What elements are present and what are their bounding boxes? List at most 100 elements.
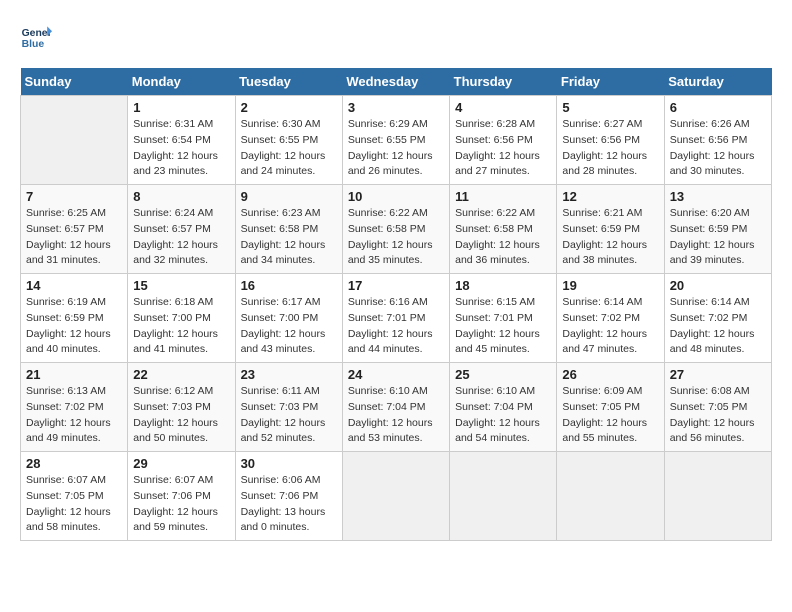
calendar-cell: 3 Sunrise: 6:29 AM Sunset: 6:55 PM Dayli… — [342, 96, 449, 185]
day-info: Sunrise: 6:07 AM Sunset: 7:05 PM Dayligh… — [26, 473, 122, 536]
calendar-cell: 8 Sunrise: 6:24 AM Sunset: 6:57 PM Dayli… — [128, 185, 235, 274]
calendar-cell: 2 Sunrise: 6:30 AM Sunset: 6:55 PM Dayli… — [235, 96, 342, 185]
day-info: Sunrise: 6:14 AM Sunset: 7:02 PM Dayligh… — [670, 295, 766, 358]
day-info: Sunrise: 6:29 AM Sunset: 6:55 PM Dayligh… — [348, 117, 444, 180]
calendar-cell: 15 Sunrise: 6:18 AM Sunset: 7:00 PM Dayl… — [128, 274, 235, 363]
day-info: Sunrise: 6:18 AM Sunset: 7:00 PM Dayligh… — [133, 295, 229, 358]
day-number: 17 — [348, 278, 444, 293]
day-number: 4 — [455, 100, 551, 115]
day-info: Sunrise: 6:20 AM Sunset: 6:59 PM Dayligh… — [670, 206, 766, 269]
calendar-cell: 4 Sunrise: 6:28 AM Sunset: 6:56 PM Dayli… — [450, 96, 557, 185]
calendar-table: SundayMondayTuesdayWednesdayThursdayFrid… — [20, 68, 772, 541]
day-info: Sunrise: 6:10 AM Sunset: 7:04 PM Dayligh… — [455, 384, 551, 447]
day-info: Sunrise: 6:27 AM Sunset: 6:56 PM Dayligh… — [562, 117, 658, 180]
day-number: 10 — [348, 189, 444, 204]
calendar-cell: 17 Sunrise: 6:16 AM Sunset: 7:01 PM Dayl… — [342, 274, 449, 363]
day-number: 5 — [562, 100, 658, 115]
day-number: 9 — [241, 189, 337, 204]
calendar-cell — [342, 452, 449, 541]
day-number: 23 — [241, 367, 337, 382]
day-info: Sunrise: 6:28 AM Sunset: 6:56 PM Dayligh… — [455, 117, 551, 180]
day-number: 24 — [348, 367, 444, 382]
calendar-cell — [21, 96, 128, 185]
day-number: 26 — [562, 367, 658, 382]
day-info: Sunrise: 6:07 AM Sunset: 7:06 PM Dayligh… — [133, 473, 229, 536]
day-info: Sunrise: 6:11 AM Sunset: 7:03 PM Dayligh… — [241, 384, 337, 447]
weekday-header-row: SundayMondayTuesdayWednesdayThursdayFrid… — [21, 68, 772, 96]
calendar-cell: 27 Sunrise: 6:08 AM Sunset: 7:05 PM Dayl… — [664, 363, 771, 452]
calendar-cell — [557, 452, 664, 541]
day-number: 19 — [562, 278, 658, 293]
calendar-cell: 13 Sunrise: 6:20 AM Sunset: 6:59 PM Dayl… — [664, 185, 771, 274]
calendar-cell: 14 Sunrise: 6:19 AM Sunset: 6:59 PM Dayl… — [21, 274, 128, 363]
calendar-week-1: 1 Sunrise: 6:31 AM Sunset: 6:54 PM Dayli… — [21, 96, 772, 185]
day-number: 25 — [455, 367, 551, 382]
calendar-cell: 19 Sunrise: 6:14 AM Sunset: 7:02 PM Dayl… — [557, 274, 664, 363]
calendar-cell: 26 Sunrise: 6:09 AM Sunset: 7:05 PM Dayl… — [557, 363, 664, 452]
weekday-header-thursday: Thursday — [450, 68, 557, 96]
calendar-week-5: 28 Sunrise: 6:07 AM Sunset: 7:05 PM Dayl… — [21, 452, 772, 541]
day-info: Sunrise: 6:17 AM Sunset: 7:00 PM Dayligh… — [241, 295, 337, 358]
weekday-header-friday: Friday — [557, 68, 664, 96]
calendar-cell: 12 Sunrise: 6:21 AM Sunset: 6:59 PM Dayl… — [557, 185, 664, 274]
day-number: 13 — [670, 189, 766, 204]
day-info: Sunrise: 6:30 AM Sunset: 6:55 PM Dayligh… — [241, 117, 337, 180]
calendar-week-4: 21 Sunrise: 6:13 AM Sunset: 7:02 PM Dayl… — [21, 363, 772, 452]
calendar-cell: 9 Sunrise: 6:23 AM Sunset: 6:58 PM Dayli… — [235, 185, 342, 274]
day-info: Sunrise: 6:08 AM Sunset: 7:05 PM Dayligh… — [670, 384, 766, 447]
logo: General Blue — [20, 20, 56, 52]
calendar-cell: 24 Sunrise: 6:10 AM Sunset: 7:04 PM Dayl… — [342, 363, 449, 452]
day-info: Sunrise: 6:06 AM Sunset: 7:06 PM Dayligh… — [241, 473, 337, 536]
calendar-cell: 6 Sunrise: 6:26 AM Sunset: 6:56 PM Dayli… — [664, 96, 771, 185]
day-number: 2 — [241, 100, 337, 115]
day-info: Sunrise: 6:31 AM Sunset: 6:54 PM Dayligh… — [133, 117, 229, 180]
calendar-cell: 30 Sunrise: 6:06 AM Sunset: 7:06 PM Dayl… — [235, 452, 342, 541]
day-number: 6 — [670, 100, 766, 115]
day-number: 16 — [241, 278, 337, 293]
day-info: Sunrise: 6:16 AM Sunset: 7:01 PM Dayligh… — [348, 295, 444, 358]
calendar-cell: 10 Sunrise: 6:22 AM Sunset: 6:58 PM Dayl… — [342, 185, 449, 274]
weekday-header-wednesday: Wednesday — [342, 68, 449, 96]
day-info: Sunrise: 6:15 AM Sunset: 7:01 PM Dayligh… — [455, 295, 551, 358]
calendar-cell: 16 Sunrise: 6:17 AM Sunset: 7:00 PM Dayl… — [235, 274, 342, 363]
day-info: Sunrise: 6:19 AM Sunset: 6:59 PM Dayligh… — [26, 295, 122, 358]
calendar-cell: 25 Sunrise: 6:10 AM Sunset: 7:04 PM Dayl… — [450, 363, 557, 452]
logo-icon: General Blue — [20, 20, 52, 52]
day-info: Sunrise: 6:22 AM Sunset: 6:58 PM Dayligh… — [348, 206, 444, 269]
day-number: 21 — [26, 367, 122, 382]
weekday-header-monday: Monday — [128, 68, 235, 96]
calendar-cell — [664, 452, 771, 541]
day-info: Sunrise: 6:14 AM Sunset: 7:02 PM Dayligh… — [562, 295, 658, 358]
calendar-cell: 20 Sunrise: 6:14 AM Sunset: 7:02 PM Dayl… — [664, 274, 771, 363]
day-number: 7 — [26, 189, 122, 204]
calendar-cell: 21 Sunrise: 6:13 AM Sunset: 7:02 PM Dayl… — [21, 363, 128, 452]
day-number: 29 — [133, 456, 229, 471]
day-info: Sunrise: 6:23 AM Sunset: 6:58 PM Dayligh… — [241, 206, 337, 269]
day-number: 8 — [133, 189, 229, 204]
calendar-cell: 1 Sunrise: 6:31 AM Sunset: 6:54 PM Dayli… — [128, 96, 235, 185]
day-number: 28 — [26, 456, 122, 471]
calendar-cell: 5 Sunrise: 6:27 AM Sunset: 6:56 PM Dayli… — [557, 96, 664, 185]
day-number: 22 — [133, 367, 229, 382]
calendar-cell: 23 Sunrise: 6:11 AM Sunset: 7:03 PM Dayl… — [235, 363, 342, 452]
calendar-cell — [450, 452, 557, 541]
day-number: 18 — [455, 278, 551, 293]
day-number: 11 — [455, 189, 551, 204]
day-info: Sunrise: 6:09 AM Sunset: 7:05 PM Dayligh… — [562, 384, 658, 447]
day-number: 20 — [670, 278, 766, 293]
calendar-week-3: 14 Sunrise: 6:19 AM Sunset: 6:59 PM Dayl… — [21, 274, 772, 363]
day-info: Sunrise: 6:21 AM Sunset: 6:59 PM Dayligh… — [562, 206, 658, 269]
day-info: Sunrise: 6:22 AM Sunset: 6:58 PM Dayligh… — [455, 206, 551, 269]
day-info: Sunrise: 6:25 AM Sunset: 6:57 PM Dayligh… — [26, 206, 122, 269]
day-info: Sunrise: 6:10 AM Sunset: 7:04 PM Dayligh… — [348, 384, 444, 447]
calendar-cell: 7 Sunrise: 6:25 AM Sunset: 6:57 PM Dayli… — [21, 185, 128, 274]
day-number: 12 — [562, 189, 658, 204]
day-number: 30 — [241, 456, 337, 471]
day-info: Sunrise: 6:13 AM Sunset: 7:02 PM Dayligh… — [26, 384, 122, 447]
calendar-cell: 29 Sunrise: 6:07 AM Sunset: 7:06 PM Dayl… — [128, 452, 235, 541]
weekday-header-sunday: Sunday — [21, 68, 128, 96]
day-info: Sunrise: 6:12 AM Sunset: 7:03 PM Dayligh… — [133, 384, 229, 447]
calendar-week-2: 7 Sunrise: 6:25 AM Sunset: 6:57 PM Dayli… — [21, 185, 772, 274]
weekday-header-tuesday: Tuesday — [235, 68, 342, 96]
page-header: General Blue — [20, 20, 772, 52]
